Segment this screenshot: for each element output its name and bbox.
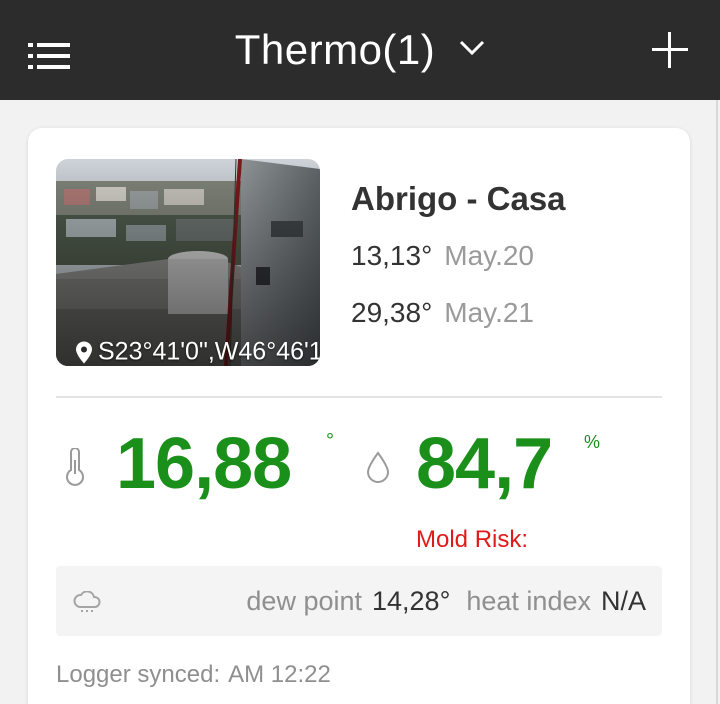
- device-name: Abrigo - Casa: [351, 180, 566, 217]
- dew-point-label: dew point: [246, 585, 362, 616]
- device-selector[interactable]: Thermo(1): [235, 26, 486, 74]
- humidity-value: 84,7: [416, 424, 553, 504]
- page-title: Thermo(1): [234, 26, 436, 73]
- scrollbar-edge: [716, 100, 718, 704]
- max-record-date: May.21: [444, 297, 535, 328]
- divider: [56, 396, 662, 398]
- device-photo[interactable]: S23°41'0",W46°46'1: [56, 159, 320, 366]
- logger-synced: Logger synced: AM 12:22: [56, 661, 331, 689]
- temperature-value: 16,88: [116, 424, 292, 504]
- humidity-unit: %: [584, 432, 601, 452]
- mold-risk-label: Mold Risk:: [416, 526, 529, 553]
- heat-index-label: heat index: [466, 585, 591, 616]
- dew-point-value: 14,28°: [372, 585, 451, 616]
- photo-location: S23°41'0",W46°46'1: [76, 338, 320, 367]
- synced-label: Logger synced:: [56, 661, 221, 688]
- plus-icon[interactable]: [650, 30, 690, 70]
- synced-time: AM 12:22: [228, 661, 331, 688]
- chevron-down-icon: [460, 40, 485, 56]
- menu-icon[interactable]: [28, 42, 70, 70]
- heat-index-value: N/A: [600, 585, 646, 616]
- pin-icon: [76, 341, 92, 363]
- location-coordinates: S23°41'0",W46°46'1: [98, 337, 320, 366]
- device-photo-image: [56, 159, 320, 366]
- min-record-date: May.20: [444, 240, 535, 271]
- water-drop-icon: [366, 451, 390, 483]
- cloud-icon: [73, 591, 101, 612]
- thermometer-icon: [66, 448, 84, 486]
- min-record: 13,13° May.20: [351, 240, 534, 272]
- top-app-bar: Thermo(1): [0, 0, 720, 100]
- dew-point-bar: dew point 14,28° heat index N/A: [56, 566, 662, 636]
- min-record-value: 13,13°: [351, 240, 433, 271]
- device-card[interactable]: S23°41'0",W46°46'1 Abrigo - Casa 13,13° M…: [28, 128, 690, 704]
- temperature-unit: °: [326, 430, 334, 452]
- max-record-value: 29,38°: [351, 297, 433, 328]
- max-record: 29,38° May.21: [351, 297, 534, 329]
